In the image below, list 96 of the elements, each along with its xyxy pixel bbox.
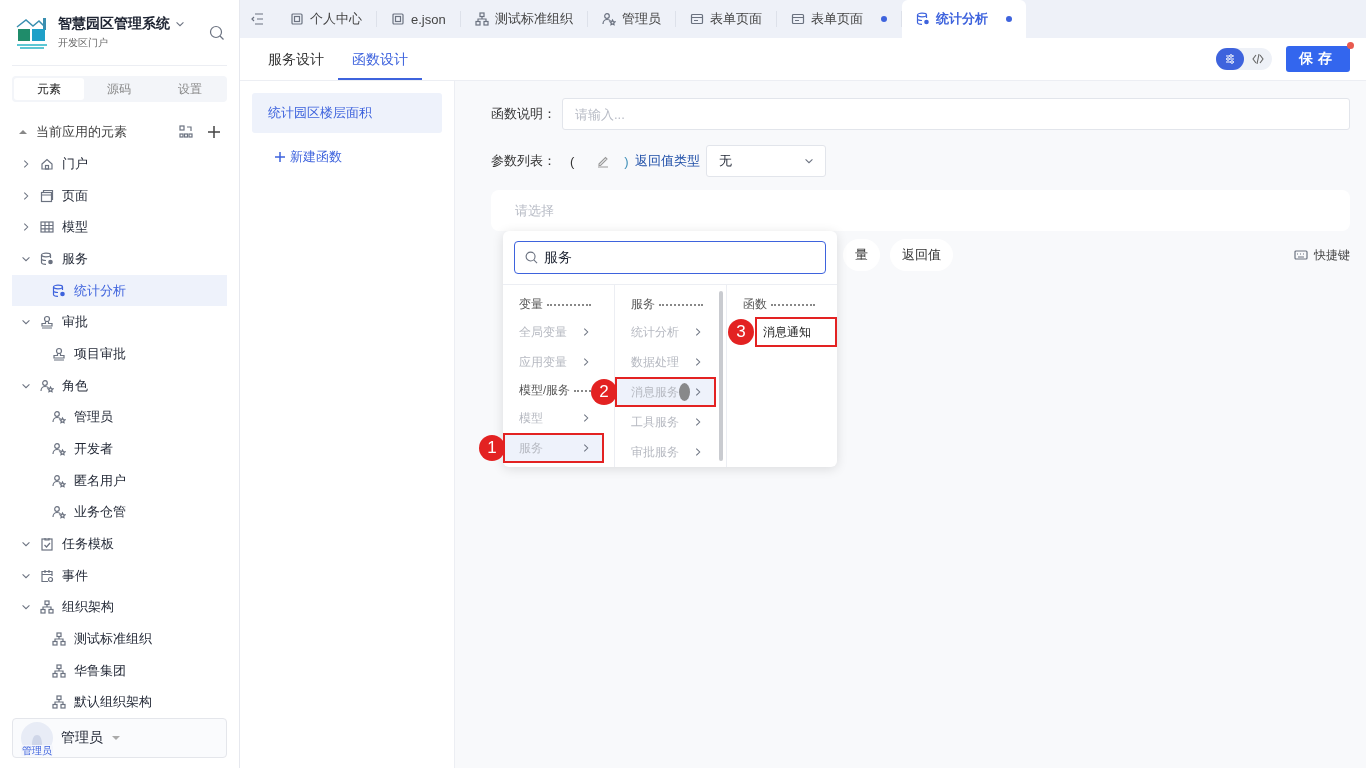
checklist-icon [40,536,54,551]
database-icon [52,283,66,298]
stamp-icon [40,315,54,330]
org-chart-icon [52,631,66,646]
settings-view-button[interactable] [1216,48,1244,70]
tree-item[interactable]: 审批 [12,306,227,339]
editor-tab[interactable]: 表单页面 [776,0,901,38]
sidebar-tab[interactable]: 源码 [84,78,155,100]
shortcut-button[interactable]: 快捷键 [1294,246,1350,264]
step-badge: 1 [479,435,505,461]
notification-dot [1347,42,1354,49]
user-icon [40,378,54,393]
user-icon [52,505,66,520]
search-field[interactable]: 服务 [514,241,826,274]
editor-tab[interactable]: 管理员 [587,0,675,38]
database-icon [40,251,54,266]
tree-item[interactable]: 测试标准组织 [12,623,227,655]
new-function-link[interactable]: 新建函数 [274,148,342,166]
tree-item[interactable]: 匿名用户 [12,464,227,497]
subtab[interactable]: 服务设计 [254,38,338,80]
tree-item[interactable]: 项目审批 [12,338,227,370]
function-item[interactable]: 统计园区楼层面积 [252,93,442,133]
menu-item[interactable]: 消息通知 [755,317,837,347]
sidebar-tab[interactable]: 元素 [14,78,85,100]
insert-chip[interactable]: 返回值 [890,239,953,271]
group-heading: 函数 [743,296,767,312]
tree-item[interactable]: 角色 [12,369,227,402]
home-icon [40,156,54,171]
add-icon [274,151,286,163]
description-field[interactable]: 请输入... [562,98,1350,130]
org-chart-icon [52,695,66,710]
user-icon [52,473,66,488]
stamp-icon [52,346,66,361]
tree-item[interactable]: 统计分析 [12,274,227,307]
group-heading: 模型/服务 [519,382,571,398]
add-icon[interactable] [207,125,221,139]
document-icon [290,12,304,26]
editor-tab[interactable]: 表单页面 [675,0,776,38]
tree-item[interactable]: 任务模板 [12,528,227,560]
step-badge: 2 [591,379,617,405]
step-badge: 3 [728,319,754,345]
paren-close: ) [624,153,629,169]
keyboard-icon [1294,249,1308,261]
app-subtitle: 开发区门户 [58,36,109,50]
editor-tab[interactable]: 统计分析 [901,0,1026,38]
tree-item[interactable]: 服务 [12,243,227,275]
field-label: 参数列表： [491,152,556,170]
avatar: 管理员 [21,722,53,754]
cursor-indicator [679,383,690,401]
tree-item[interactable]: 业务仓管 [12,496,227,529]
layout-icon[interactable] [179,125,193,139]
database-icon [915,12,930,26]
sidebar-tab[interactable]: 设置 [154,78,225,100]
tree-item[interactable]: 事件 [12,559,227,592]
user-menu[interactable]: 管理员 管理员 [12,718,227,758]
tree-item[interactable]: 开发者 [12,433,227,465]
field-label: 返回值类型 [634,152,700,170]
group-heading: 变量 [519,296,543,312]
code-icon [1251,52,1265,66]
sliders-icon [1223,52,1237,66]
tree-header: 当前应用的元素 [36,123,128,141]
return-type-select[interactable]: 无 [705,145,826,177]
org-chart-icon [52,663,66,678]
tree-item[interactable]: 组织架构 [12,591,227,624]
search-icon [525,251,538,264]
user-icon [52,441,66,456]
editor-tab[interactable]: 测试标准组织 [460,0,587,38]
dropdown-icon[interactable] [111,733,121,743]
tree-item[interactable]: 默认组织架构 [12,686,227,718]
paren-open: ( [570,153,575,169]
page-icon [40,188,54,203]
editor-tab[interactable]: e.json [377,0,460,38]
tree-item[interactable]: 华鲁集团 [12,654,227,687]
document-icon [391,12,405,26]
form-icon [689,12,704,26]
subtab[interactable]: 函数设计 [338,38,422,80]
org-chart-icon [474,12,489,26]
tree-item[interactable]: 管理员 [12,401,227,434]
calendar-icon [40,568,54,583]
user-icon [601,12,616,26]
table-icon [40,220,54,235]
tree-item[interactable]: 页面 [12,179,227,212]
editor-tab[interactable]: 个人中心 [276,0,376,38]
form-icon [790,12,805,26]
collapse-icon[interactable] [18,127,28,137]
user-icon [52,410,66,425]
org-chart-icon [40,600,54,615]
tree-item[interactable]: 模型 [12,211,227,243]
search-icon[interactable] [209,24,225,41]
app-title: 智慧园区管理系统 [58,15,170,33]
collapse-panel-icon[interactable] [250,12,264,26]
tree-item[interactable]: 门户 [12,148,227,180]
field-label: 函数说明： [491,105,556,123]
edit-icon[interactable] [596,154,611,168]
insert-chip[interactable]: 量 [843,239,880,271]
group-heading: 服务 [631,296,655,312]
